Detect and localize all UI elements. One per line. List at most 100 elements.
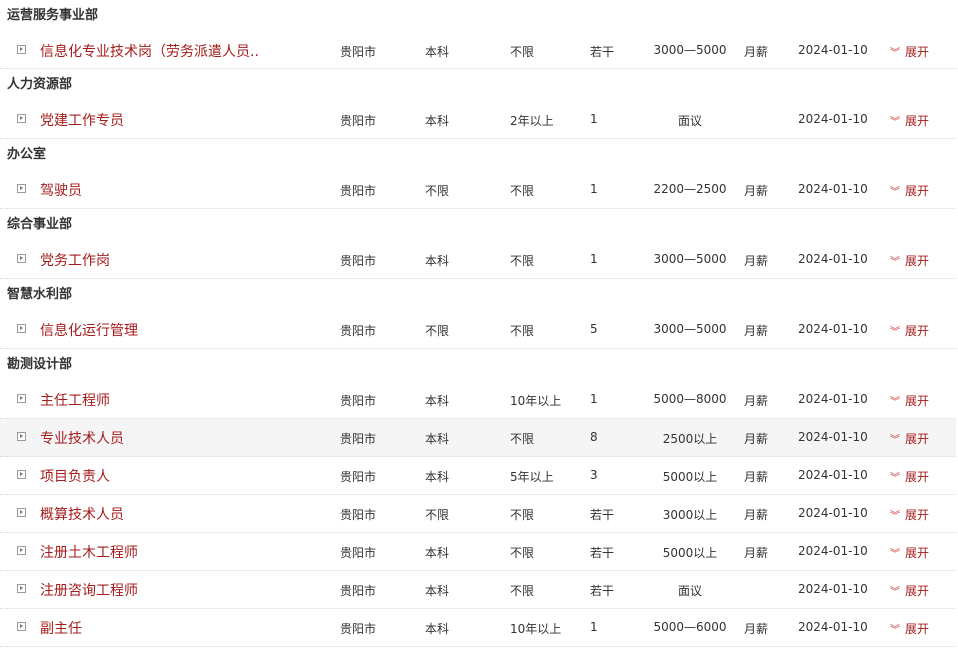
expand-square-icon[interactable] xyxy=(17,508,26,517)
job-title-link[interactable]: 信息化专业技术岗（劳务派遣人员.. xyxy=(40,41,259,61)
expand-label: 展开 xyxy=(905,184,930,198)
job-salary-period: 月薪 xyxy=(744,394,769,408)
chevron-down-icon: ︾ xyxy=(890,187,900,198)
job-education: 本科 xyxy=(425,584,450,598)
job-date: 2024-01-10 xyxy=(798,544,868,558)
expand-toggle[interactable]: ︾ 展开 xyxy=(889,620,929,637)
job-row[interactable]: 党务工作岗 贵阳市 本科 不限 1 3000—5000 月薪 2024-01-10 ︾ 展开 xyxy=(0,241,956,279)
job-experience: 不限 xyxy=(510,584,535,598)
expand-square-icon[interactable] xyxy=(17,546,26,555)
job-title-link[interactable]: 副主任 xyxy=(40,618,82,638)
job-row[interactable]: 党建工作专员 贵阳市 本科 2年以上 1 面议 2024-01-10 ︾ 展开 xyxy=(0,101,956,139)
job-education: 本科 xyxy=(425,254,450,268)
expand-square-icon[interactable] xyxy=(17,622,26,631)
expand-square-icon[interactable] xyxy=(17,254,26,263)
job-experience: 10年以上 xyxy=(510,394,562,408)
chevron-down-icon: ︾ xyxy=(890,625,900,636)
job-title-link[interactable]: 驾驶员 xyxy=(40,180,82,200)
expand-label: 展开 xyxy=(905,324,930,338)
job-city: 贵阳市 xyxy=(340,622,377,636)
expand-label: 展开 xyxy=(905,470,930,484)
job-title-link[interactable]: 信息化运行管理 xyxy=(40,320,138,340)
job-count: 1 xyxy=(590,182,598,196)
job-row[interactable]: 项目负责人 贵阳市 本科 5年以上 3 5000以上 月薪 2024-01-10 ︾ 展开 xyxy=(0,457,956,495)
job-title-link[interactable]: 专业技术人员 xyxy=(40,428,124,448)
job-count: 1 xyxy=(590,252,598,266)
job-salary: 5000—8000 xyxy=(653,392,727,406)
job-count: 若干 xyxy=(590,45,615,59)
job-salary: 3000—5000 xyxy=(653,43,727,57)
expand-toggle[interactable]: ︾ 展开 xyxy=(889,430,929,447)
job-row[interactable]: 注册土木工程师 贵阳市 本科 不限 若干 5000以上 月薪 2024-01-10 ︾ 展开 xyxy=(0,533,956,571)
expand-square-icon[interactable] xyxy=(17,324,26,333)
expand-square-icon[interactable] xyxy=(17,584,26,593)
job-date: 2024-01-10 xyxy=(798,392,868,406)
department-header: 运营服务事业部 xyxy=(7,8,99,23)
job-row[interactable]: 信息化专业技术岗（劳务派遣人员.. 贵阳市 本科 不限 若干 3000—5000 月薪 202… xyxy=(0,32,956,69)
chevron-down-icon: ︾ xyxy=(890,397,900,408)
job-title-link[interactable]: 注册土木工程师 xyxy=(40,542,138,562)
job-row[interactable]: 注册咨询工程师 贵阳市 本科 不限 若干 面议 2024-01-10 ︾ 展开 xyxy=(0,571,956,609)
job-experience: 2年以上 xyxy=(510,114,554,128)
expand-toggle[interactable]: ︾ 展开 xyxy=(889,582,929,599)
expand-square-icon[interactable] xyxy=(17,470,26,479)
expand-toggle[interactable]: ︾ 展开 xyxy=(889,252,929,269)
job-salary-period: 月薪 xyxy=(744,45,769,59)
job-education: 本科 xyxy=(425,622,450,636)
job-salary-period: 月薪 xyxy=(744,622,769,636)
expand-toggle[interactable]: ︾ 展开 xyxy=(889,112,929,129)
job-title-link[interactable]: 主任工程师 xyxy=(40,390,110,410)
job-experience: 5年以上 xyxy=(510,470,554,484)
job-row[interactable]: 副主任 贵阳市 本科 10年以上 1 5000—6000 月薪 2024-01-10 ︾ 展开 xyxy=(0,609,956,647)
chevron-down-icon: ︾ xyxy=(890,48,900,59)
job-row[interactable]: 专业技术人员 贵阳市 本科 不限 8 2500以上 月薪 2024-01-10 ︾ 展开 xyxy=(0,419,956,457)
job-salary: 5000—6000 xyxy=(653,620,727,634)
expand-square-icon[interactable] xyxy=(17,45,26,54)
expand-toggle[interactable]: ︾ 展开 xyxy=(889,544,929,561)
job-count: 1 xyxy=(590,392,598,406)
chevron-down-icon: ︾ xyxy=(890,549,900,560)
job-city: 贵阳市 xyxy=(340,114,377,128)
job-title-link[interactable]: 党建工作专员 xyxy=(40,110,124,130)
job-title-link[interactable]: 注册咨询工程师 xyxy=(40,580,138,600)
department-header: 人力资源部 xyxy=(7,77,73,92)
expand-label: 展开 xyxy=(905,114,930,128)
department-header: 综合事业部 xyxy=(7,217,73,232)
department-header: 办公室 xyxy=(7,147,47,162)
job-row[interactable]: 驾驶员 贵阳市 不限 不限 1 2200—2500 月薪 2024-01-10 ︾ 展开 xyxy=(0,171,956,209)
job-education: 不限 xyxy=(425,508,450,522)
job-experience: 不限 xyxy=(510,254,535,268)
job-city: 贵阳市 xyxy=(340,470,377,484)
job-row[interactable]: 概算技术人员 贵阳市 不限 不限 若干 3000以上 月薪 2024-01-10 ︾ 展开 xyxy=(0,495,956,533)
job-salary: 面议 xyxy=(677,114,702,128)
expand-toggle[interactable]: ︾ 展开 xyxy=(889,43,929,60)
job-salary: 5000以上 xyxy=(662,470,718,484)
job-date: 2024-01-10 xyxy=(798,112,868,126)
department-header: 智慧水利部 xyxy=(7,287,73,302)
job-row[interactable]: 信息化运行管理 贵阳市 不限 不限 5 3000—5000 月薪 2024-01-10 ︾ 展开 xyxy=(0,311,956,349)
job-city: 贵阳市 xyxy=(340,254,377,268)
expand-toggle[interactable]: ︾ 展开 xyxy=(889,468,929,485)
chevron-down-icon: ︾ xyxy=(890,117,900,128)
expand-square-icon[interactable] xyxy=(17,184,26,193)
job-title-link[interactable]: 项目负责人 xyxy=(40,466,110,486)
job-experience: 不限 xyxy=(510,546,535,560)
chevron-down-icon: ︾ xyxy=(890,473,900,484)
expand-toggle[interactable]: ︾ 展开 xyxy=(889,182,929,199)
job-title-link[interactable]: 概算技术人员 xyxy=(40,504,124,524)
expand-square-icon[interactable] xyxy=(17,432,26,441)
job-education: 本科 xyxy=(425,114,450,128)
job-title-link[interactable]: 党务工作岗 xyxy=(40,250,110,270)
expand-square-icon[interactable] xyxy=(17,114,26,123)
expand-toggle[interactable]: ︾ 展开 xyxy=(889,392,929,409)
job-experience: 不限 xyxy=(510,45,535,59)
job-date: 2024-01-10 xyxy=(798,620,868,634)
job-salary-period: 月薪 xyxy=(744,254,769,268)
job-date: 2024-01-10 xyxy=(798,506,868,520)
job-city: 贵阳市 xyxy=(340,508,377,522)
expand-toggle[interactable]: ︾ 展开 xyxy=(889,506,929,523)
expand-square-icon[interactable] xyxy=(17,394,26,403)
job-date: 2024-01-10 xyxy=(798,43,868,57)
expand-toggle[interactable]: ︾ 展开 xyxy=(889,322,929,339)
job-row[interactable]: 主任工程师 贵阳市 本科 10年以上 1 5000—8000 月薪 2024-01-10 ︾ 展开 xyxy=(0,381,956,419)
